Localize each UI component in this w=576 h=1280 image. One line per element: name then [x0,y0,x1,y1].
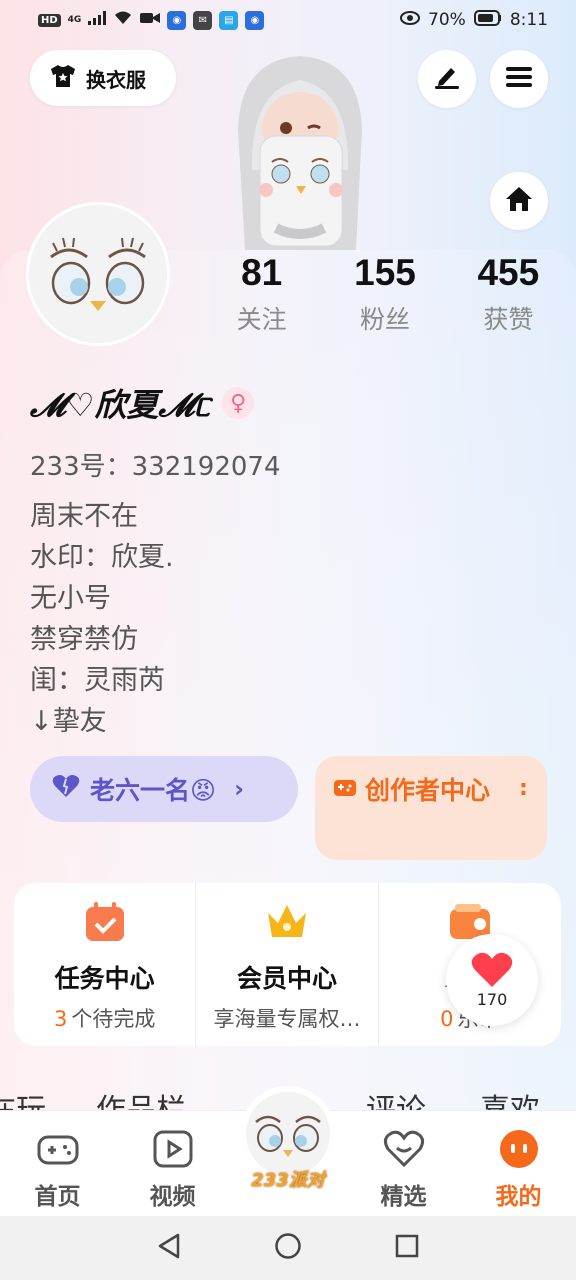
change-outfit-label: 换衣服 [86,67,146,92]
video-play-icon [153,1130,192,1168]
character-illustration-icon [238,56,362,250]
battery-percent: 70% [428,10,466,30]
best-friend-label: 老六一名😡 [90,776,217,805]
stat-likes-value: 455 [477,252,540,293]
stat-following-value: 81 [241,252,283,293]
nickname: 𝓜♡欣夏𝓜ᥴ [30,386,211,424]
baidu-app-icon-2: ◉ [245,10,265,30]
party-button[interactable]: 233派对 [236,1086,340,1196]
nav-home-label: 首页 [34,1184,81,1210]
stat-followers-label: 粉丝 [359,305,410,334]
status-bar: HD 4G ◉ ✉ ▤ ◉ 70% 8:11 [0,0,576,40]
battery-icon [473,9,502,31]
nav-featured[interactable]: 精选 [346,1111,461,1216]
status-icons-right: 70% 8:11 [400,9,548,31]
heart-icon [471,952,513,987]
like-count: 170 [476,989,508,1009]
task-center-title: 任务中心 [54,964,155,993]
gamepad-icon [37,1135,78,1165]
heart-outline-icon [383,1130,424,1168]
camera-icon [140,10,161,30]
creator-center-chip[interactable]: 创作者中心 : [315,756,547,860]
book-app-icon: ▤ [219,10,239,30]
change-outfit-button[interactable]: 换衣服 [30,50,176,106]
stat-followers-value: 155 [354,252,416,293]
eye-icon [400,10,421,30]
female-icon: ♀ [222,387,255,419]
calendar-check-icon [85,902,124,941]
smile-face-icon [499,1130,538,1168]
bio-line: 无小号 [30,583,111,614]
like-bubble[interactable]: 170 [446,934,538,1026]
bio-line: 禁穿禁仿 [30,624,138,655]
bio-line: 周末不在 [30,501,138,532]
nav-mine[interactable]: 我的 [461,1111,576,1216]
stat-following[interactable]: 81 关注 [200,252,323,336]
shirt-icon [50,64,76,93]
task-count: 3 [53,1007,68,1031]
system-nav-bar [0,1216,576,1280]
member-center-title: 会员中心 [237,964,338,993]
home-circle-icon[interactable] [274,1232,302,1264]
member-center-subtitle: 享海量专属权… [213,1007,361,1031]
stat-likes-label: 获赞 [483,305,534,334]
wechat-icon: ✉ [193,10,213,30]
time: 8:11 [509,10,548,30]
edit-button[interactable] [418,50,476,108]
profile-stats: 81 关注 155 粉丝 455 获赞 [200,252,570,336]
more-dots-icon: : [519,776,528,801]
task-center-subtitle: 3 个待完成 [54,1003,155,1033]
bio-line: 水印：欣夏. [30,542,174,573]
hd-icon: HD [38,13,61,27]
lebi-count: 0 [440,1007,454,1031]
owl-avatar-icon [29,205,167,343]
best-friend-chip[interactable]: 老六一名😡 › [30,756,298,822]
user-id: 233号：332192074 [30,452,281,482]
signal-icon [88,10,107,30]
status-icons-left: HD 4G ◉ ✉ ▤ ◉ [38,10,265,30]
network-icon: 4G [67,14,82,25]
gamepad-icon [333,776,357,806]
nav-video-label: 视频 [149,1184,196,1210]
menu-icon [505,65,533,93]
stat-followers[interactable]: 155 粉丝 [323,252,446,336]
stat-likes[interactable]: 455 获赞 [447,252,570,336]
avatar-3d-figure[interactable] [190,50,412,250]
task-center[interactable]: 任务中心 3 个待完成 [14,883,197,1046]
nav-video[interactable]: 视频 [115,1111,230,1216]
recents-icon[interactable] [394,1233,420,1263]
back-icon[interactable] [156,1232,182,1264]
crown-icon [268,905,307,937]
baidu-app-icon: ◉ [167,10,187,30]
owl-mascot-icon [246,1092,330,1176]
menu-button[interactable] [490,50,548,108]
bio: 周末不在 水印：欣夏. 无小号 禁穿禁仿 闺：灵雨芮 ↓挚友 [30,496,174,742]
bio-line: 闺：灵雨芮 [30,665,165,696]
nav-mine-label: 我的 [495,1184,542,1210]
house-icon [504,185,534,217]
avatar[interactable] [26,202,170,346]
party-label: 233派对 [251,1170,325,1191]
heart-icon [52,774,80,804]
chevron-right-icon: › [234,775,244,803]
task-center-sub-label: 个待完成 [71,1007,156,1031]
member-center[interactable]: 会员中心 享海量专属权… [196,883,379,1046]
creator-center-label: 创作者中心 [365,776,491,805]
pen-icon [433,64,461,94]
wifi-icon [113,10,133,30]
bio-line: ↓挚友 [30,706,107,737]
nav-home[interactable]: 首页 [0,1111,115,1216]
nickname-row: 𝓜♡欣夏𝓜ᥴ ♀ [30,380,255,426]
home-button[interactable] [490,172,548,230]
nav-featured-label: 精选 [380,1184,427,1210]
stat-following-label: 关注 [236,305,287,334]
